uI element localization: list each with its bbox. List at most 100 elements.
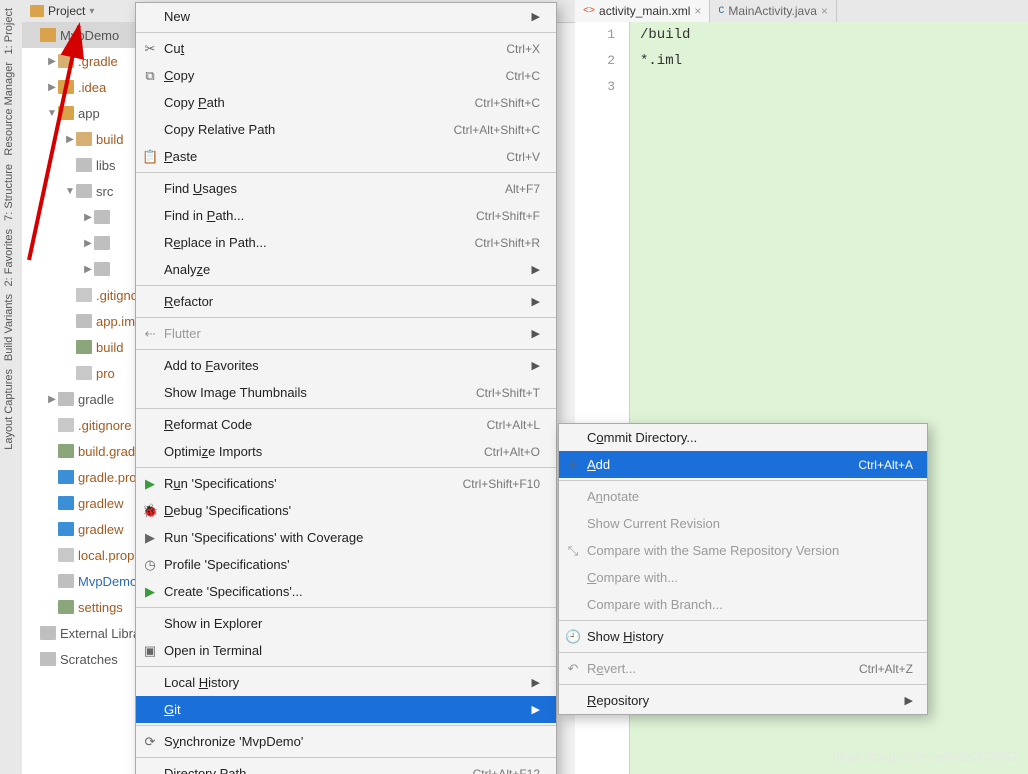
menu-separator <box>136 467 556 468</box>
menu-item[interactable]: ▣Open in Terminal <box>136 637 556 664</box>
menu-separator <box>559 684 927 685</box>
side-rail: 1: Project Resource Manager 7: Structure 2:… <box>0 0 23 774</box>
menu-item[interactable]: Repository▶ <box>559 687 927 714</box>
node-label: gradle <box>74 392 114 407</box>
submenu-arrow-icon: ▶ <box>899 694 913 707</box>
side-rail-item[interactable]: 7: Structure <box>3 164 15 221</box>
menu-item[interactable]: Copy Relative PathCtrl+Alt+Shift+C <box>136 116 556 143</box>
expand-icon[interactable]: ▼ <box>64 186 76 197</box>
node-icon <box>58 470 74 484</box>
context-menu[interactable]: New▶ ✂CutCtrl+X⧉CopyCtrl+CCopy PathCtrl+S… <box>135 2 557 774</box>
menu-item[interactable]: Copy PathCtrl+Shift+C <box>136 89 556 116</box>
menu-label: Show Current Revision <box>587 516 913 531</box>
menu-item[interactable]: Find UsagesAlt+F7 <box>136 175 556 202</box>
close-icon[interactable]: × <box>694 4 701 18</box>
menu-item[interactable]: Commit Directory... <box>559 424 927 451</box>
side-rail-item[interactable]: Build Variants <box>3 294 15 361</box>
code-line[interactable]: *.iml <box>640 48 1028 74</box>
expand-icon[interactable]: ▼ <box>46 108 58 119</box>
expand-icon[interactable]: ▶ <box>82 264 94 275</box>
menu-item[interactable]: New▶ <box>136 3 556 30</box>
menu-item[interactable]: Show Image ThumbnailsCtrl+Shift+T <box>136 379 556 406</box>
menu-icon: ⇠ <box>142 326 158 342</box>
node-icon <box>76 366 92 380</box>
menu-item[interactable]: Git▶ <box>136 696 556 723</box>
menu-label: Cut <box>164 41 506 56</box>
code-line[interactable] <box>640 74 1028 100</box>
expand-icon[interactable]: ▶ <box>82 238 94 249</box>
menu-label: Optimize Imports <box>164 444 484 459</box>
menu-separator <box>136 317 556 318</box>
menu-item[interactable]: Add to Favorites▶ <box>136 352 556 379</box>
menu-item[interactable]: ▶Run 'Specifications'Ctrl+Shift+F10 <box>136 470 556 497</box>
node-label: src <box>92 184 113 199</box>
menu-item[interactable]: ⟳Synchronize 'MvpDemo' <box>136 728 556 755</box>
expand-icon[interactable]: ▶ <box>46 82 58 93</box>
editor-tabs: <>activity_main.xml×CMainActivity.java× <box>575 0 1028 23</box>
menu-item[interactable]: ⧉CopyCtrl+C <box>136 62 556 89</box>
node-icon <box>58 392 74 406</box>
menu-item[interactable]: Local History▶ <box>136 669 556 696</box>
expand-icon[interactable]: ▶ <box>82 212 94 223</box>
node-icon <box>76 288 92 302</box>
node-label: libs <box>92 158 116 173</box>
menu-item[interactable]: ◷Profile 'Specifications' <box>136 551 556 578</box>
menu-item[interactable]: 🐞Debug 'Specifications' <box>136 497 556 524</box>
side-rail-item[interactable]: Resource Manager <box>3 62 15 156</box>
menu-item[interactable]: ✂CutCtrl+X <box>136 35 556 62</box>
menu-item[interactable]: ▶Create 'Specifications'... <box>136 578 556 605</box>
menu-separator <box>559 480 927 481</box>
node-label: app <box>74 106 100 121</box>
project-selector[interactable]: Project ▾ <box>22 0 102 22</box>
expand-icon[interactable]: ▶ <box>46 56 58 67</box>
menu-label: Copy Path <box>164 95 475 110</box>
menu-item[interactable]: Refactor▶ <box>136 288 556 315</box>
menu-item: Annotate <box>559 483 927 510</box>
node-icon <box>94 262 110 276</box>
menu-label: Create 'Specifications'... <box>164 584 540 599</box>
code-line[interactable]: /build <box>640 22 1028 48</box>
node-icon <box>76 184 92 198</box>
menu-item: ↶Revert...Ctrl+Alt+Z <box>559 655 927 682</box>
expand-icon[interactable]: ▶ <box>46 394 58 405</box>
git-submenu[interactable]: Commit Directory...＋AddCtrl+Alt+A Annotat… <box>558 423 928 715</box>
menu-icon: ⧉ <box>142 68 158 84</box>
menu-item[interactable]: Optimize ImportsCtrl+Alt+O <box>136 438 556 465</box>
side-rail-item[interactable]: Layout Captures <box>3 369 15 450</box>
node-icon <box>58 418 74 432</box>
close-icon[interactable]: × <box>821 4 828 18</box>
menu-item[interactable]: 🕘Show History <box>559 623 927 650</box>
menu-shortcut: Ctrl+Alt+L <box>487 418 540 432</box>
node-icon <box>94 210 110 224</box>
expand-icon[interactable]: ▶ <box>64 134 76 145</box>
dropdown-icon: ▾ <box>89 6 94 17</box>
menu-item: ⤡Compare with the Same Repository Versio… <box>559 537 927 564</box>
menu-item[interactable]: Replace in Path...Ctrl+Shift+R <box>136 229 556 256</box>
menu-separator <box>136 172 556 173</box>
menu-item[interactable]: Directory PathCtrl+Alt+F12 <box>136 760 556 774</box>
tab-label: activity_main.xml <box>599 4 690 18</box>
menu-separator <box>559 652 927 653</box>
editor-tab[interactable]: CMainActivity.java× <box>710 0 837 22</box>
side-rail-item[interactable]: 1: Project <box>3 8 15 54</box>
node-label: MvpDemo <box>56 28 119 43</box>
editor-tab[interactable]: <>activity_main.xml× <box>575 0 710 22</box>
menu-item[interactable]: ＋AddCtrl+Alt+A <box>559 451 927 478</box>
line-number: 2 <box>575 48 615 74</box>
menu-item[interactable]: Analyze▶ <box>136 256 556 283</box>
node-icon <box>94 236 110 250</box>
side-rail-item[interactable]: 2: Favorites <box>3 229 15 286</box>
node-label: Scratches <box>56 652 118 667</box>
menu-icon: 📋 <box>142 149 158 165</box>
menu-shortcut: Ctrl+Alt+A <box>858 458 913 472</box>
menu-item[interactable]: Find in Path...Ctrl+Shift+F <box>136 202 556 229</box>
menu-item[interactable]: Reformat CodeCtrl+Alt+L <box>136 411 556 438</box>
menu-label: Show History <box>587 629 913 644</box>
menu-item[interactable]: ▶Run 'Specifications' with Coverage <box>136 524 556 551</box>
menu-label: Show Image Thumbnails <box>164 385 476 400</box>
menu-separator <box>136 408 556 409</box>
menu-item[interactable]: Show in Explorer <box>136 610 556 637</box>
menu-label: Find Usages <box>164 181 505 196</box>
menu-label: Synchronize 'MvpDemo' <box>164 734 540 749</box>
menu-item[interactable]: 📋PasteCtrl+V <box>136 143 556 170</box>
